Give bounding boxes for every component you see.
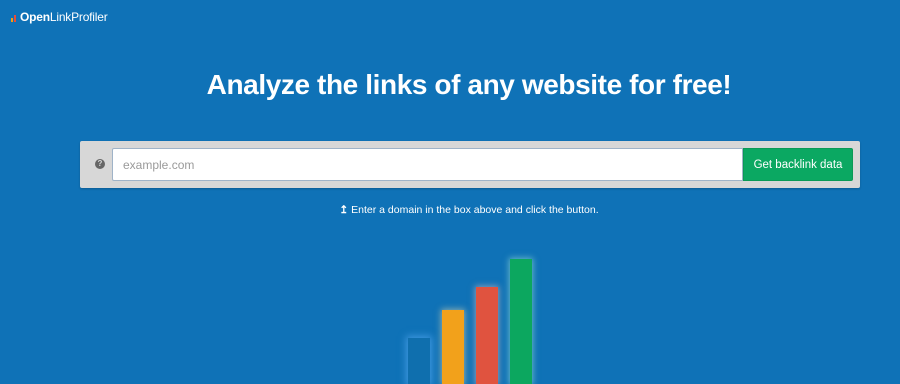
get-backlink-data-button[interactable]: Get backlink data	[743, 148, 853, 181]
logo-text-bold: Open	[20, 10, 50, 24]
logo[interactable]: OpenLinkProfiler	[11, 9, 108, 25]
search-panel: ? Get backlink data	[80, 141, 860, 188]
logo-bars-icon	[11, 13, 18, 22]
arrow-up-icon: ↥	[339, 204, 349, 216]
illustration-bar-green	[510, 259, 532, 384]
illustration-bar-red	[476, 287, 498, 384]
illustration-bar-blue	[408, 338, 430, 384]
page-title: Analyze the links of any website for fre…	[206, 69, 732, 100]
logo-text-rest: LinkProfiler	[49, 10, 108, 24]
hint-label: Enter a domain in the box above and clic…	[351, 204, 599, 216]
question-circle-icon[interactable]: ?	[95, 159, 105, 169]
domain-search-input[interactable]	[112, 148, 743, 181]
logo-text: OpenLinkProfiler	[20, 9, 108, 25]
illustration-bar-yellow	[442, 310, 464, 384]
hint-text: ↥ Enter a domain in the box above and cli…	[0, 203, 900, 217]
